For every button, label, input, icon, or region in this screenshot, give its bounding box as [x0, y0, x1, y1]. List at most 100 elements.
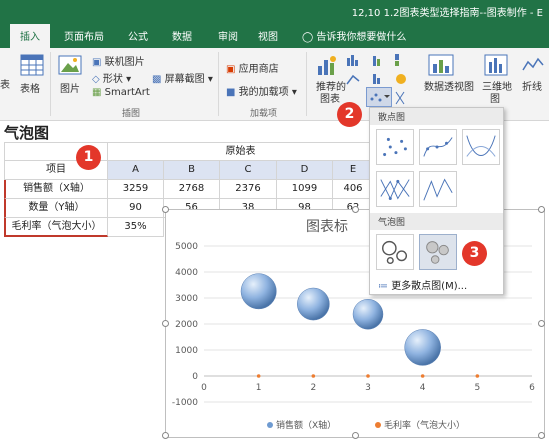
x-tick-label: 0 [201, 383, 207, 393]
x-tick-label: 5 [474, 383, 480, 393]
tell-me-text: 告诉我你想要做什么 [316, 32, 407, 43]
online-picture-icon: ▣ [92, 57, 102, 68]
3d-bubble-icon[interactable] [419, 234, 457, 270]
scatter-markers-icon[interactable] [376, 129, 414, 165]
margin-point [475, 374, 480, 378]
y-tick-label: 5000 [175, 242, 198, 252]
shapes-icon: ◇ [92, 74, 100, 85]
bubble [297, 287, 330, 321]
resize-handle[interactable] [352, 432, 359, 439]
3d-map-label-2[interactable]: 图 [490, 90, 500, 105]
resize-handle[interactable] [162, 206, 169, 213]
callout-marker: 3 [462, 241, 487, 266]
pictures-button[interactable]: 图片 [60, 80, 80, 95]
resize-handle[interactable] [352, 206, 359, 213]
more-scatter-charts-link[interactable]: ≔ 更多散点图(M)... [378, 277, 467, 292]
lightbulb-icon: ◯ [302, 32, 314, 43]
pivot-chart-label[interactable]: 数据透视图 [424, 78, 474, 93]
addins-group-label: 加载项 [250, 109, 278, 119]
screenshot-button[interactable]: ▩ 屏幕截图 ▾ [152, 70, 213, 85]
scatter-smooth-lines-icon[interactable] [462, 129, 500, 165]
store-label: 应用商店 [238, 64, 279, 75]
cell-sales-e[interactable]: 406 [333, 180, 374, 199]
header-cell-e[interactable]: E [333, 161, 374, 180]
shapes-button[interactable]: ◇ 形状 ▾ [92, 70, 131, 85]
tab-review[interactable]: 审阅 [218, 28, 238, 43]
cell-sales-b[interactable]: 2768 [164, 180, 220, 199]
shapes-label: 形状 [102, 74, 123, 85]
resize-handle[interactable] [538, 432, 545, 439]
cell-sales-d[interactable]: 1099 [277, 180, 333, 199]
scatter-smooth-markers-icon[interactable] [419, 129, 457, 165]
callout-marker: 2 [337, 102, 362, 127]
scatter-straight-markers-icon[interactable] [376, 171, 414, 207]
resize-handle[interactable] [162, 320, 169, 327]
ribbon-separator [50, 52, 51, 116]
tab-insert[interactable]: 插入 [10, 24, 50, 48]
y-tick-label: 2000 [175, 320, 198, 330]
cell-qty-a[interactable]: 90 [108, 199, 164, 218]
y-tick-label: -1000 [172, 398, 198, 408]
y-tick-label: 4000 [175, 268, 198, 278]
screenshot-label: 屏幕截图 [164, 74, 205, 85]
header-cell-a[interactable]: A [108, 161, 164, 180]
bubble [404, 329, 441, 366]
scatter-straight-lines-icon[interactable] [419, 171, 457, 207]
sparkline-icon[interactable] [522, 56, 544, 74]
tab-view[interactable]: 视图 [258, 28, 278, 43]
recommended-charts-label-2[interactable]: 图表 [320, 90, 340, 105]
tab-formulas[interactable]: 公式 [128, 28, 148, 43]
legend-label: 销售额（X轴） [276, 419, 336, 431]
x-tick-label: 2 [310, 383, 316, 393]
row-label-quantity[interactable]: 数量（Y轴） [4, 199, 108, 218]
online-pictures-button[interactable]: ▣ 联机图片 [92, 53, 145, 68]
y-tick-label: 3000 [175, 294, 198, 304]
table-button[interactable]: 表格 [20, 80, 40, 95]
bubble-section-header: 气泡图 [370, 213, 503, 230]
smartart-button[interactable]: ▦ SmartArt [92, 87, 150, 98]
addins-icon: ■ [226, 87, 236, 98]
cell-sales-a[interactable]: 3259 [108, 180, 164, 199]
scatter-small-icon: ≔ [378, 281, 388, 292]
my-addins-button[interactable]: ■ 我的加载项 ▾ [226, 83, 297, 98]
row-label-margin[interactable]: 毛利率（气泡大小） [4, 218, 108, 237]
sparkline-label[interactable]: 折线 [522, 78, 542, 93]
online-pictures-label: 联机图片 [104, 57, 145, 68]
header-cell-b[interactable]: B [164, 161, 220, 180]
callout-marker: 1 [76, 145, 101, 170]
cell-sales-c[interactable]: 2376 [220, 180, 277, 199]
store-button[interactable]: ▣ 应用商店 [226, 60, 279, 75]
y-tick-label: 1000 [175, 346, 198, 356]
tab-data[interactable]: 数据 [172, 28, 192, 43]
my-addins-label: 我的加载项 [238, 87, 289, 98]
smartart-label: SmartArt [104, 87, 150, 98]
table-caption[interactable]: 原始表 [108, 142, 374, 161]
row-label-sales[interactable]: 销售额（X轴） [4, 180, 108, 199]
x-tick-label: 6 [529, 383, 535, 393]
recommended-charts-icon[interactable] [316, 54, 338, 76]
ribbon-separator [218, 52, 219, 116]
header-cell-c[interactable]: C [220, 161, 277, 180]
tables-side-label: 表 [0, 80, 10, 91]
resize-handle[interactable] [162, 432, 169, 439]
resize-handle[interactable] [538, 320, 545, 327]
resize-handle[interactable] [538, 206, 545, 213]
ribbon-tabs: 插入 页面布局 公式 数据 审阅 视图 ◯ 告诉我你想要做什么 [0, 22, 549, 48]
screenshot-icon: ▩ [152, 74, 162, 85]
margin-point [366, 374, 370, 378]
pivot-chart-icon[interactable] [428, 54, 454, 76]
legend-marker [267, 422, 273, 428]
chart-type-dropdown: 散点图 气泡图 ≔ 更多散点图(M)... [369, 107, 504, 295]
picture-icon[interactable] [58, 54, 82, 76]
header-cell-d[interactable]: D [277, 161, 333, 180]
cell-margin-a[interactable]: 35% [108, 218, 164, 237]
tab-page-layout[interactable]: 页面布局 [64, 28, 104, 43]
y-tick-label: 0 [192, 372, 198, 382]
3d-map-icon[interactable] [484, 54, 508, 76]
sheet-title: 气泡图 [4, 124, 50, 142]
title-bar: 12,10 1.2图表类型选择指南--图表制作 - E [0, 0, 549, 22]
tell-me-box[interactable]: ◯ 告诉我你想要做什么 [302, 28, 406, 43]
scatter-chart-button[interactable] [366, 87, 392, 107]
bubble-icon[interactable] [376, 234, 414, 270]
table-icon[interactable] [20, 54, 44, 76]
